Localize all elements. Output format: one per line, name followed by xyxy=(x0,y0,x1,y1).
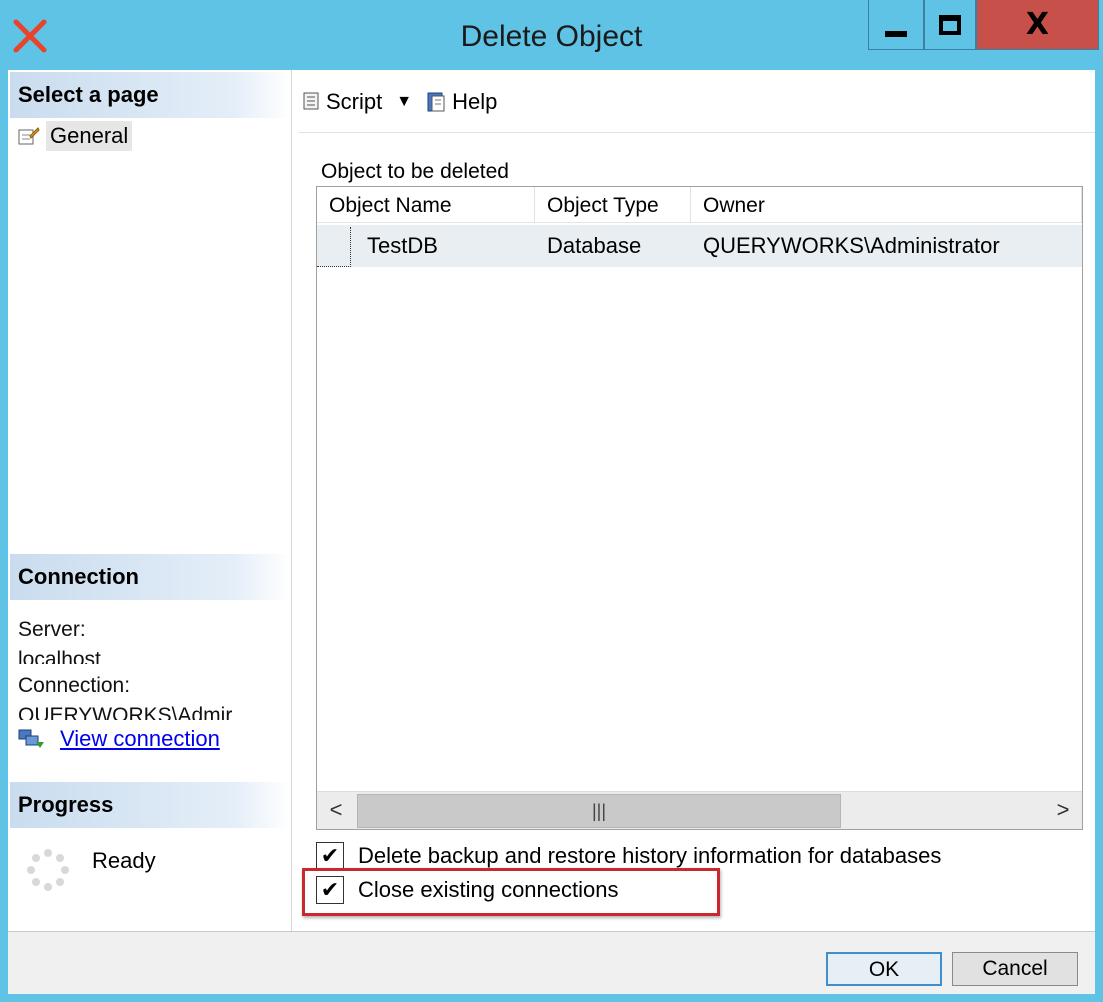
script-dropdown-arrow-icon[interactable]: ▼ xyxy=(396,93,412,111)
minimize-button[interactable] xyxy=(868,0,924,50)
close-icon: X xyxy=(1025,7,1050,42)
toolbar-divider xyxy=(298,132,1095,133)
page-item-general[interactable]: General xyxy=(18,120,133,152)
column-header-object-name[interactable]: Object Name xyxy=(317,187,535,223)
scroll-left-icon[interactable]: < xyxy=(317,792,355,829)
close-button[interactable]: X xyxy=(976,0,1099,50)
delete-backup-option[interactable]: ✔ Delete backup and restore history info… xyxy=(316,842,941,870)
page-item-label: General xyxy=(46,121,133,151)
title-bar[interactable]: Delete Object X xyxy=(0,0,1103,70)
scrollbar-thumb-grip-icon[interactable]: ||| xyxy=(357,794,841,828)
dialog-footer: OK Cancel xyxy=(8,931,1095,994)
script-icon xyxy=(303,92,319,110)
connection-properties-icon xyxy=(18,729,44,748)
script-button[interactable]: Script xyxy=(326,89,382,115)
maximize-button[interactable] xyxy=(924,0,976,50)
server-value: localhost xyxy=(18,648,101,664)
maximize-icon xyxy=(939,14,961,35)
toolbar: Script ▼ Help xyxy=(300,82,497,122)
column-header-object-type[interactable]: Object Type xyxy=(535,187,691,223)
ok-button[interactable]: OK xyxy=(826,952,942,986)
select-page-header: Select a page xyxy=(10,72,290,118)
horizontal-scrollbar[interactable]: < ||| > xyxy=(317,791,1082,829)
progress-status: Ready xyxy=(92,848,156,873)
scroll-right-icon[interactable]: > xyxy=(1044,792,1082,829)
objects-list-label: Object to be deleted xyxy=(321,160,509,183)
progress-spinner-icon xyxy=(27,849,69,891)
left-pane: Select a page General Connection Server:… xyxy=(8,70,292,931)
progress-header: Progress xyxy=(10,782,290,828)
cell-object-type: Database xyxy=(547,233,642,258)
highlight-box xyxy=(302,868,720,916)
minimize-icon xyxy=(885,30,907,37)
connection-value: QUERYWORKS\Admir xyxy=(18,704,233,720)
cancel-button[interactable]: Cancel xyxy=(952,952,1078,986)
delete-backup-checkbox[interactable]: ✔ xyxy=(316,842,344,870)
row-selector[interactable] xyxy=(317,227,351,267)
view-connection-link[interactable]: View connection xyxy=(18,726,220,752)
column-header-owner[interactable]: Owner xyxy=(691,187,1082,223)
connection-header: Connection xyxy=(10,554,290,600)
properties-icon xyxy=(18,127,40,145)
objects-grid[interactable]: Object Name Object Type Owner TestDB Dat… xyxy=(316,186,1083,830)
grid-header: Object Name Object Type Owner xyxy=(317,187,1082,223)
table-row[interactable]: TestDB Database QUERYWORKS\Administrator xyxy=(317,225,1082,267)
server-label: Server: xyxy=(18,618,86,641)
delete-backup-label: Delete backup and restore history inform… xyxy=(358,843,942,868)
view-connection-label[interactable]: View connection xyxy=(60,726,220,752)
cell-owner: QUERYWORKS\Administrator xyxy=(703,233,1000,258)
connection-label: Connection: xyxy=(18,674,131,697)
dialog-client-area: Select a page General Connection Server:… xyxy=(8,70,1095,994)
help-button[interactable]: Help xyxy=(452,89,497,115)
delete-object-window: Delete Object X Select a page General Co… xyxy=(0,0,1103,1002)
help-icon xyxy=(427,92,445,112)
